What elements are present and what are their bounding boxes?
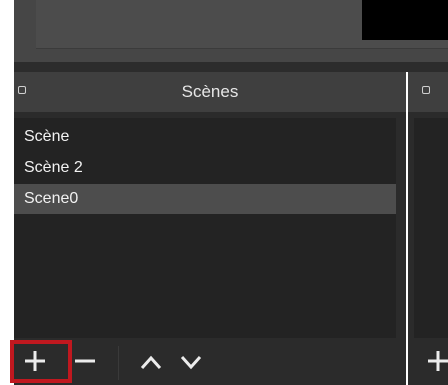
plus-icon (428, 351, 448, 371)
chevron-down-icon (180, 355, 202, 370)
sources-list[interactable] (414, 118, 448, 338)
dock-splitter[interactable] (14, 62, 448, 72)
scenes-dock: Scènes Scène Scène 2 Scene0 (14, 72, 406, 385)
scenes-toolbar (14, 338, 406, 385)
preview-canvas[interactable] (362, 0, 448, 40)
sources-dock-titlebar[interactable] (408, 72, 448, 112)
sources-dock (408, 72, 448, 385)
obs-window: Scènes Scène Scène 2 Scene0 (0, 0, 448, 385)
move-scene-down-button[interactable] (174, 338, 208, 385)
list-item[interactable]: Scène 2 (14, 153, 396, 183)
scenes-list[interactable]: Scène Scène 2 Scene0 (14, 118, 396, 368)
scenes-dock-title: Scènes (181, 82, 239, 101)
highlight-box (10, 340, 72, 383)
toolbar-separator (118, 346, 119, 380)
list-item[interactable]: Scène (14, 122, 396, 152)
minus-icon (75, 359, 95, 363)
scenes-dock-titlebar[interactable]: Scènes (14, 72, 406, 112)
move-scene-up-button[interactable] (134, 338, 168, 385)
list-item[interactable]: Scene0 (14, 184, 396, 214)
chevron-up-icon (140, 355, 162, 370)
float-dock-icon[interactable] (422, 86, 430, 94)
add-source-button[interactable] (418, 338, 448, 385)
remove-scene-button[interactable] (68, 338, 102, 385)
